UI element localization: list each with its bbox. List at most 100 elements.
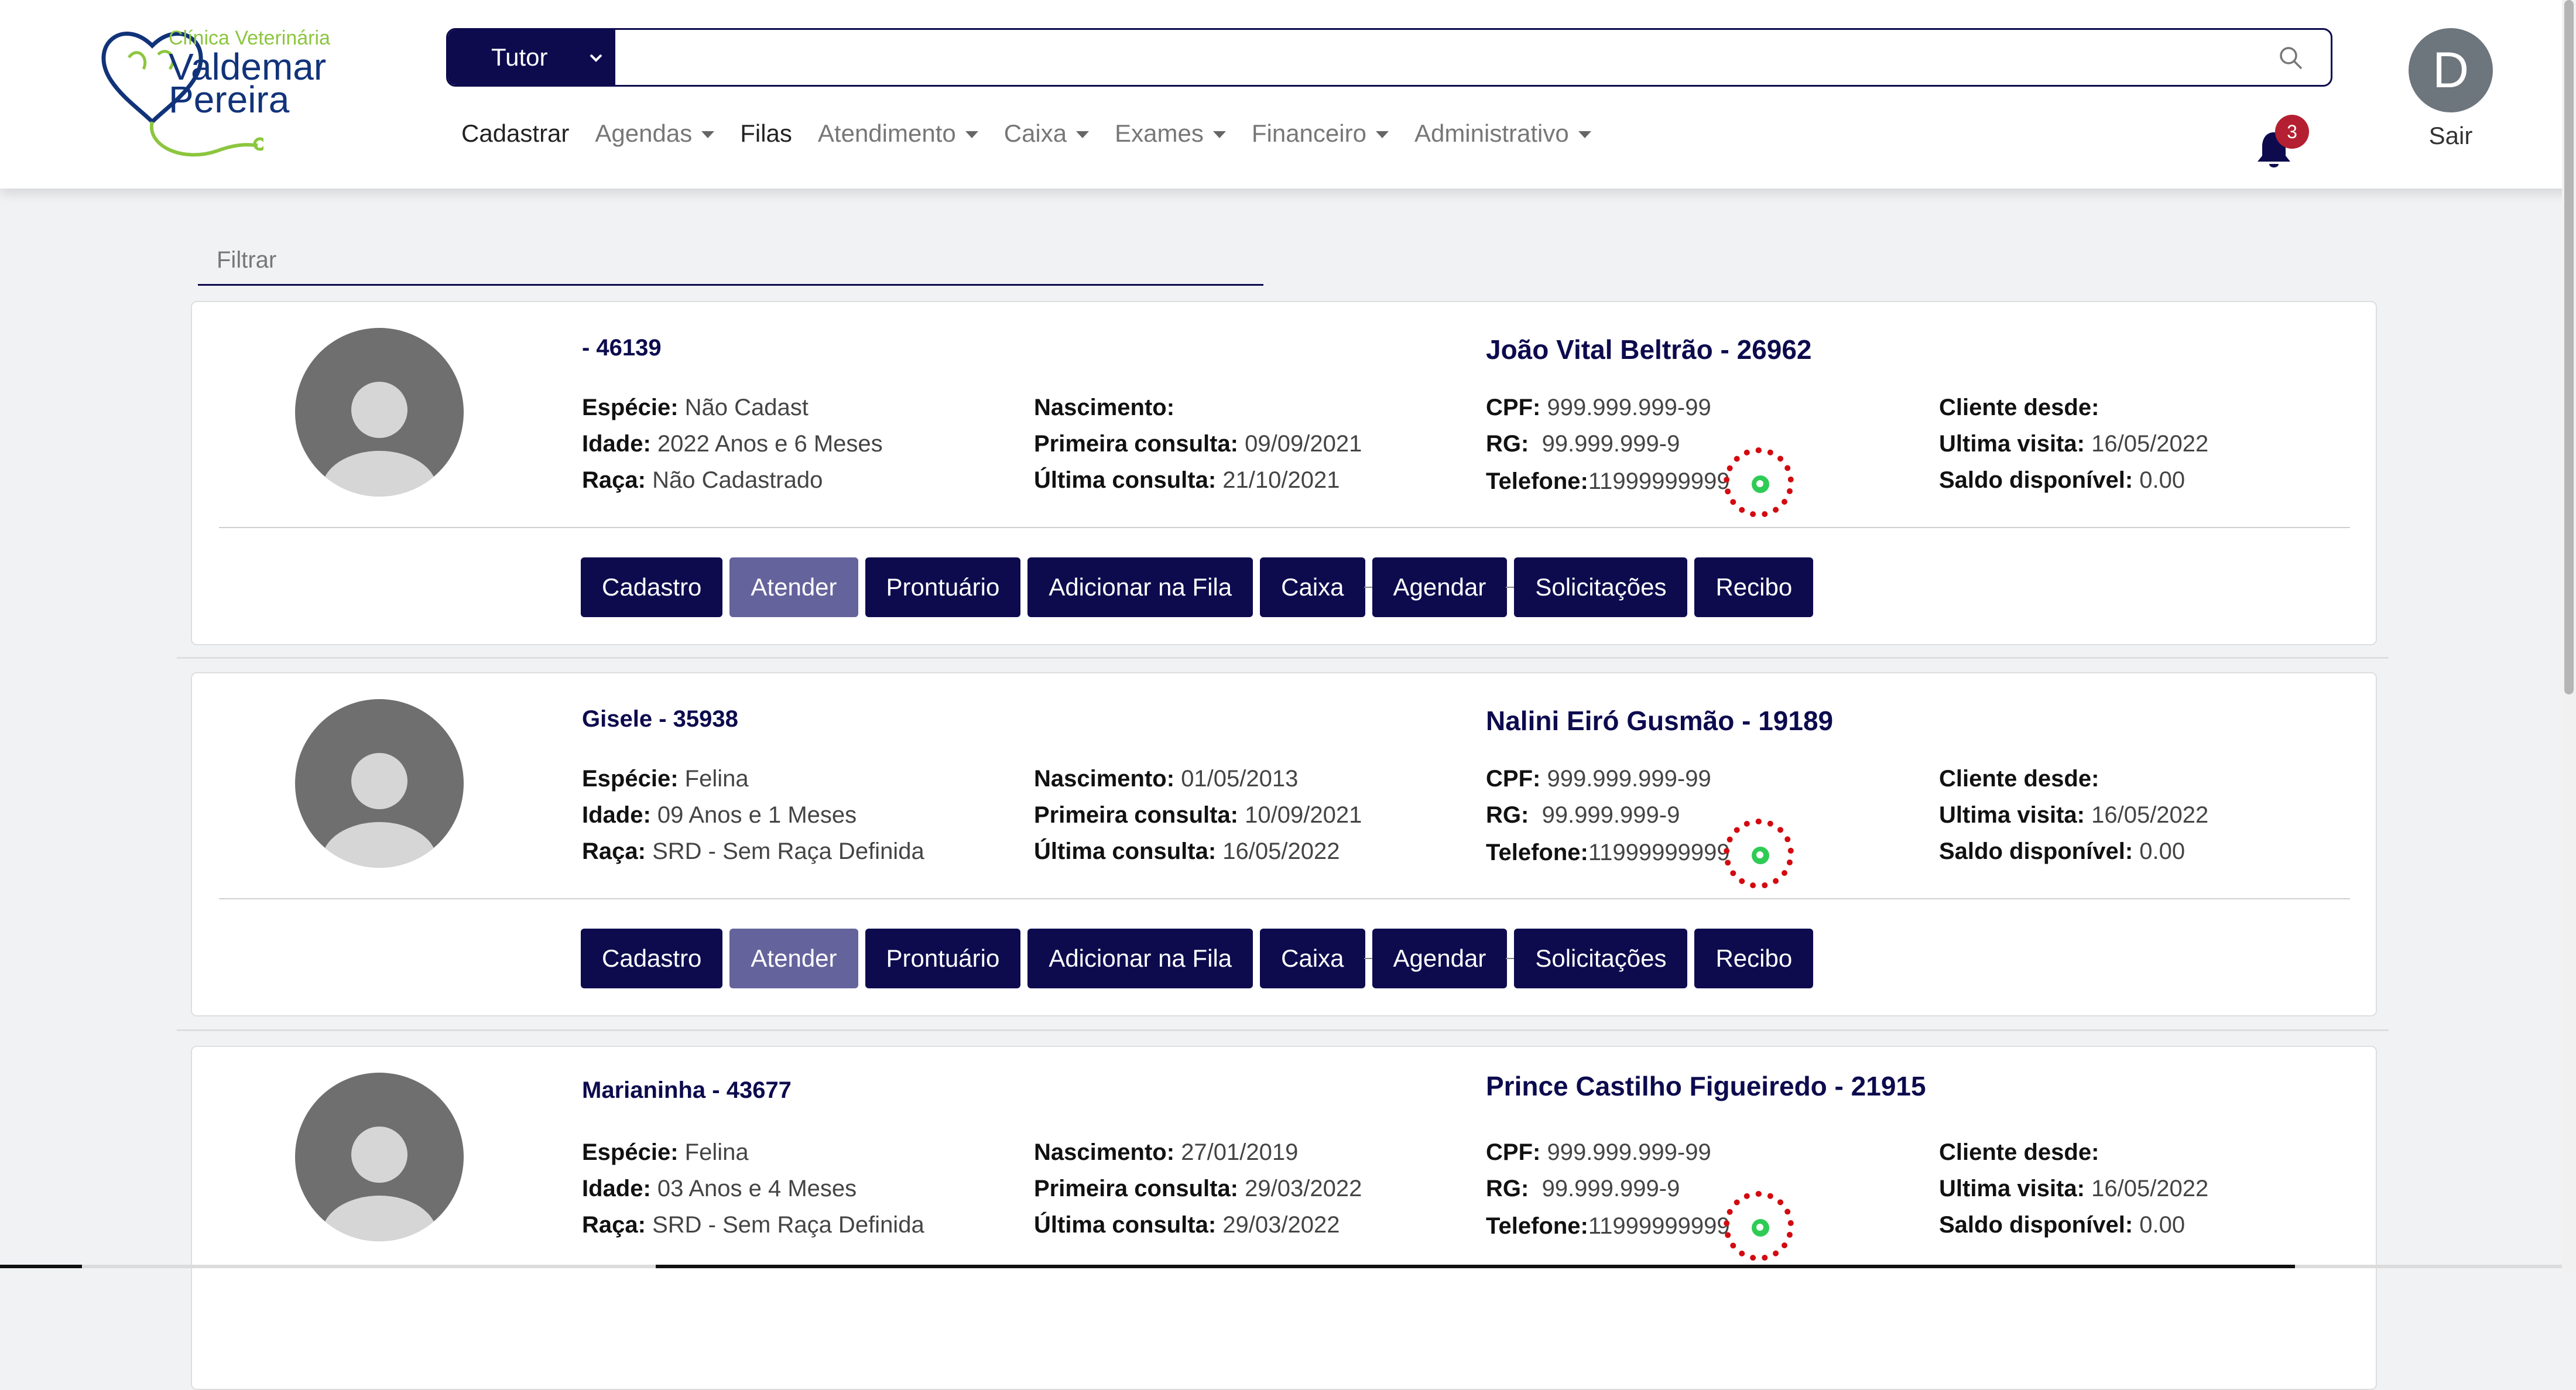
pet-title[interactable]: - 46139 — [582, 335, 662, 361]
cadastro-button[interactable]: Cadastro — [581, 557, 723, 617]
field-idade: Idade: 09 Anos e 1 Meses — [582, 802, 857, 828]
bottom-border — [0, 1265, 2576, 1268]
clinic-logo[interactable]: Clínica Veterinária Valdemar Pereira — [88, 22, 345, 169]
atender-button[interactable]: Atender — [729, 557, 858, 617]
atender-button[interactable]: Atender — [729, 929, 858, 988]
whatsapp-icon[interactable] — [1752, 475, 1769, 493]
tutor-title[interactable]: Prince Castilho Figueiredo - 21915 — [1486, 1070, 1926, 1102]
field-rg: RG: 99.999.999-9 — [1486, 431, 1680, 457]
card-actions: Cadastro Atender Prontuário Adicionar na… — [581, 557, 1820, 617]
nav-exames[interactable]: Exames — [1115, 119, 1226, 148]
whatsapp-icon[interactable] — [1752, 847, 1769, 864]
caret-down-icon — [965, 131, 978, 138]
nav-label: Agendas — [595, 119, 693, 147]
nav-agendas[interactable]: Agendas — [595, 119, 715, 148]
page-scrollbar[interactable] — [2562, 0, 2576, 1272]
field-ultima-consulta: Última consulta: 29/03/2022 — [1034, 1212, 1340, 1238]
nav-cadastrar[interactable]: Cadastrar — [461, 119, 569, 148]
solicitacoes-button[interactable]: Solicitações — [1514, 557, 1688, 617]
field-saldo: Saldo disponível: 0.00 — [1939, 467, 2186, 493]
cadastro-button[interactable]: Cadastro — [581, 929, 723, 988]
field-especie: Espécie: Felina — [582, 1139, 749, 1165]
tutor-title[interactable]: João Vital Beltrão - 26962 — [1486, 334, 1812, 365]
whatsapp-highlight[interactable] — [1724, 447, 1794, 518]
field-rg: RG: 99.999.999-9 — [1486, 1176, 1680, 1201]
prontuario-button[interactable]: Prontuário — [865, 929, 1021, 988]
global-search-bar: Tutor — [446, 28, 2332, 87]
field-idade: Idade: 2022 Anos e 6 Meses — [582, 431, 883, 457]
pet-title[interactable]: Marianinha - 43677 — [582, 1077, 792, 1104]
field-raca: Raça: SRD - Sem Raça Definida — [582, 838, 924, 864]
field-saldo: Saldo disponível: 0.00 — [1939, 838, 2186, 864]
field-ultima-visita: Ultima visita: 16/05/2022 — [1939, 1176, 2209, 1201]
chevron-down-icon — [590, 54, 602, 62]
card-actions: Cadastro Atender Prontuário Adicionar na… — [581, 929, 1820, 988]
recibo-button[interactable]: Recibo — [1694, 557, 1814, 617]
nav-financeiro[interactable]: Financeiro — [1252, 119, 1389, 148]
pet-avatar — [295, 1073, 464, 1241]
search-type-label: Tutor — [491, 43, 548, 71]
nav-label: Exames — [1115, 119, 1204, 147]
field-ultima-consulta: Última consulta: 21/10/2021 — [1034, 467, 1340, 493]
nav-atendimento[interactable]: Atendimento — [818, 119, 978, 148]
solicitacoes-button[interactable]: Solicitações — [1514, 929, 1688, 988]
nav-administrativo[interactable]: Administrativo — [1414, 119, 1591, 148]
user-avatar[interactable]: D — [2409, 28, 2493, 112]
agendar-button[interactable]: Agendar — [1372, 557, 1508, 617]
patient-card: Gisele - 35938 Nalini Eiró Gusmão - 1918… — [191, 672, 2377, 1016]
field-especie: Espécie: Não Cadast — [582, 395, 809, 420]
field-primeira-consulta: Primeira consulta: 29/03/2022 — [1034, 1176, 1362, 1201]
field-cliente-desde: Cliente desde: — [1939, 1139, 2099, 1165]
nav-filas[interactable]: Filas — [740, 119, 792, 148]
prontuario-button[interactable]: Prontuário — [865, 557, 1021, 617]
field-saldo: Saldo disponível: 0.00 — [1939, 1212, 2186, 1238]
agendar-button[interactable]: Agendar — [1372, 929, 1508, 988]
field-idade: Idade: 03 Anos e 4 Meses — [582, 1176, 857, 1201]
search-input[interactable] — [624, 30, 2089, 85]
field-telefone: Telefone:11999999999 — [1486, 1213, 1730, 1239]
adicionar-fila-button[interactable]: Adicionar na Fila — [1027, 557, 1253, 617]
whatsapp-highlight[interactable] — [1724, 819, 1794, 889]
field-especie: Espécie: Felina — [582, 766, 749, 792]
field-cpf: CPF: 999.999.999-99 — [1486, 766, 1711, 792]
field-ultima-visita: Ultima visita: 16/05/2022 — [1939, 802, 2209, 828]
field-cliente-desde: Cliente desde: — [1939, 395, 2099, 420]
caixa-button[interactable]: Caixa — [1260, 557, 1365, 617]
field-cliente-desde: Cliente desde: — [1939, 766, 2099, 792]
caixa-button[interactable]: Caixa — [1260, 929, 1365, 988]
recibo-button[interactable]: Recibo — [1694, 929, 1814, 988]
caret-down-icon — [1212, 131, 1226, 138]
list-separator — [177, 1029, 2389, 1031]
list-separator — [177, 657, 2389, 659]
pet-title[interactable]: Gisele - 35938 — [582, 706, 738, 732]
tutor-title[interactable]: Nalini Eiró Gusmão - 19189 — [1486, 705, 1833, 737]
caret-down-icon — [701, 131, 715, 138]
card-divider — [219, 527, 2350, 528]
adicionar-fila-button[interactable]: Adicionar na Fila — [1027, 929, 1253, 988]
patient-card: - 46139 João Vital Beltrão - 26962 Espéc… — [191, 301, 2377, 645]
pet-avatar — [295, 328, 464, 497]
scrollbar-thumb[interactable] — [2564, 0, 2574, 694]
filter-input[interactable] — [198, 237, 1263, 286]
search-type-select[interactable]: Tutor — [448, 30, 615, 85]
logout-link[interactable]: Sair — [2409, 122, 2493, 150]
field-ultima-consulta: Última consulta: 16/05/2022 — [1034, 838, 1340, 864]
field-ultima-visita: Ultima visita: 16/05/2022 — [1939, 431, 2209, 457]
pet-avatar — [295, 699, 464, 868]
nav-label: Atendimento — [817, 119, 956, 147]
whatsapp-icon[interactable] — [1752, 1219, 1769, 1237]
whatsapp-highlight[interactable] — [1724, 1191, 1794, 1261]
field-telefone: Telefone:11999999999 — [1486, 840, 1730, 865]
patient-card: Marianinha - 43677 Prince Castilho Figue… — [191, 1046, 2377, 1390]
nav-caixa[interactable]: Caixa — [1004, 119, 1090, 148]
field-primeira-consulta: Primeira consulta: 09/09/2021 — [1034, 431, 1362, 457]
field-raca: Raça: Não Cadastrado — [582, 467, 823, 493]
card-divider — [219, 898, 2350, 899]
field-telefone: Telefone:11999999999 — [1486, 468, 1730, 494]
search-icon[interactable] — [2278, 45, 2304, 71]
field-cpf: CPF: 999.999.999-99 — [1486, 1139, 1711, 1165]
field-cpf: CPF: 999.999.999-99 — [1486, 395, 1711, 420]
nav-label: Financeiro — [1251, 119, 1366, 147]
nav-label: Cadastrar — [461, 119, 570, 147]
caret-down-icon — [1578, 131, 1591, 138]
